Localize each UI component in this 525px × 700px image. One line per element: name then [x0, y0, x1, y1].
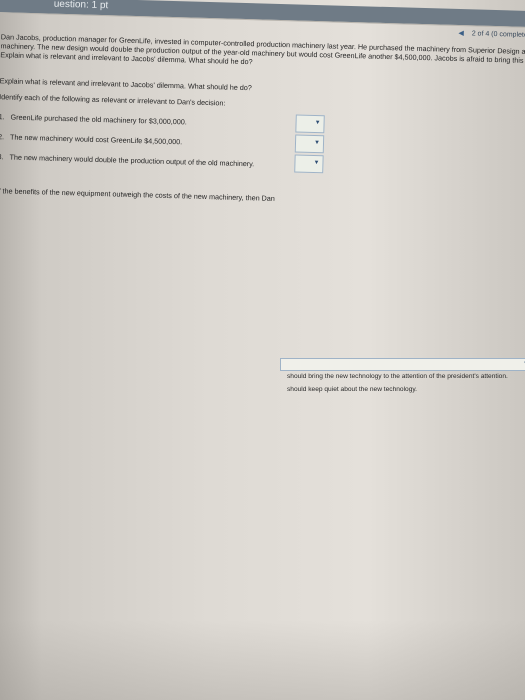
caret-down-icon: ▼ [314, 120, 321, 127]
photo-frame: uestion: 1 pt ◀ 2 of 4 (0 complete) Dan … [0, 0, 525, 700]
item-3-text: The new machinery would double the produ… [9, 152, 255, 169]
conclusion-text: If the benefits of the new equipment out… [0, 186, 275, 203]
item-2-dropdown[interactable]: ▼ [294, 134, 325, 154]
item-2-number: 2. [0, 132, 5, 142]
dropdown-option[interactable]: should keep quiet about the new technolo… [287, 386, 417, 393]
problem-text: Dan Jacobs, production manager for Green… [0, 32, 525, 74]
caret-down-icon: ▼ [313, 159, 320, 167]
item-1-text: GreenLife purchased the old machinery fo… [10, 112, 187, 127]
identify-instruction: Identify each of the following as releva… [0, 92, 226, 108]
explain-heading: Explain what is relevant and irrelevant … [0, 76, 252, 93]
progress-indicator[interactable]: ◀ 2 of 4 (0 complete) [458, 29, 525, 39]
item-3-number: 3. [0, 152, 4, 162]
caret-left-icon[interactable]: ◀ [458, 30, 464, 37]
question-screen: uestion: 1 pt ◀ 2 of 4 (0 complete) Dan … [0, 0, 525, 700]
conclusion-dropdown[interactable]: ▼ [280, 358, 525, 371]
item-1-dropdown[interactable]: ▼ [295, 114, 325, 134]
photo-shading [0, 620, 525, 700]
dropdown-option[interactable]: should bring the new technology to the a… [287, 373, 508, 380]
progress-text: 2 of 4 (0 complete) [471, 30, 525, 39]
item-3-dropdown[interactable]: ▼ [294, 154, 324, 174]
item-2-text: The new machinery would cost GreenLife $… [9, 132, 183, 147]
question-label: uestion: 1 pt [53, 0, 109, 12]
caret-down-icon: ▼ [313, 139, 321, 147]
item-1-number: 1. [0, 112, 5, 122]
